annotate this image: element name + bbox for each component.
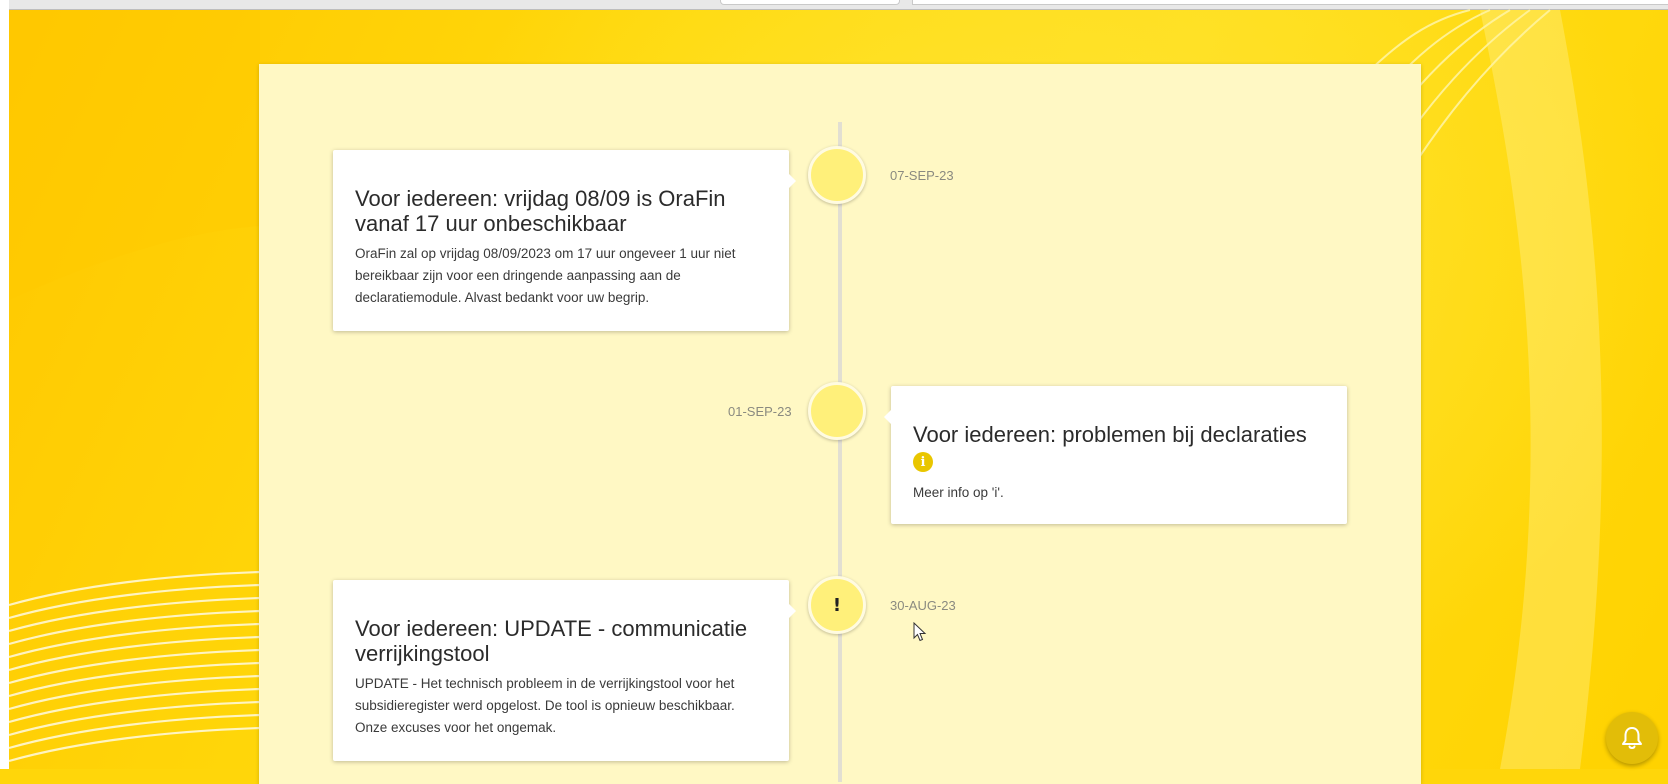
mouse-pointer-icon	[913, 622, 927, 642]
bell-icon	[1622, 727, 1642, 749]
news-card-title: Voor iedereen: UPDATE - communicatie ver…	[355, 616, 748, 666]
news-card-3[interactable]: Voor iedereen: UPDATE - communicatie ver…	[333, 580, 796, 761]
timeline-date-1: 07-SEP-23	[890, 168, 954, 183]
timeline-line	[838, 122, 842, 782]
news-card-body: OraFin zal op vrijdag 08/09/2023 om 17 u…	[355, 246, 736, 305]
news-card-title: Voor iedereen: problemen bij declaraties	[913, 422, 1307, 447]
news-card-body: UPDATE - Het technisch probleem in de ve…	[355, 676, 735, 735]
news-card-body: Meer info op 'i'.	[913, 485, 1004, 500]
news-card-1[interactable]: Voor iedereen: vrijdag 08/09 is OraFin v…	[333, 150, 796, 331]
info-icon[interactable]: i	[913, 452, 933, 472]
timeline-node-2	[808, 382, 866, 440]
news-card-title: Voor iedereen: vrijdag 08/09 is OraFin v…	[355, 186, 726, 236]
timeline-node-3-alert: !	[808, 576, 866, 634]
timeline-date-3: 30-AUG-23	[890, 598, 956, 613]
news-card-2[interactable]: Voor iedereen: problemen bij declaraties…	[884, 386, 1347, 524]
timeline-date-2: 01-SEP-23	[728, 404, 792, 419]
timeline-node-1	[808, 146, 866, 204]
notifications-button[interactable]	[1606, 712, 1658, 764]
